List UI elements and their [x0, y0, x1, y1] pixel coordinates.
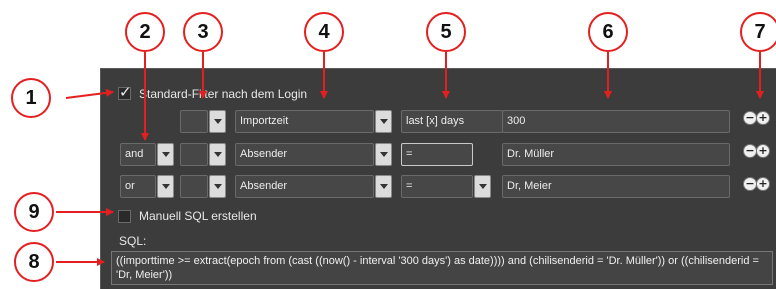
callout-5: 5	[426, 12, 466, 52]
callout-4: 4	[304, 12, 344, 52]
callout-3: 3	[183, 12, 223, 52]
callout-6: 6	[588, 12, 628, 52]
callout-7: 7	[740, 12, 776, 52]
callout-1: 1	[11, 78, 51, 118]
arrow-1	[65, 88, 114, 99]
callout-2: 2	[125, 12, 165, 52]
annotation-arrows	[56, 52, 764, 266]
callout-9: 9	[14, 192, 54, 232]
callout-8: 8	[14, 242, 54, 282]
